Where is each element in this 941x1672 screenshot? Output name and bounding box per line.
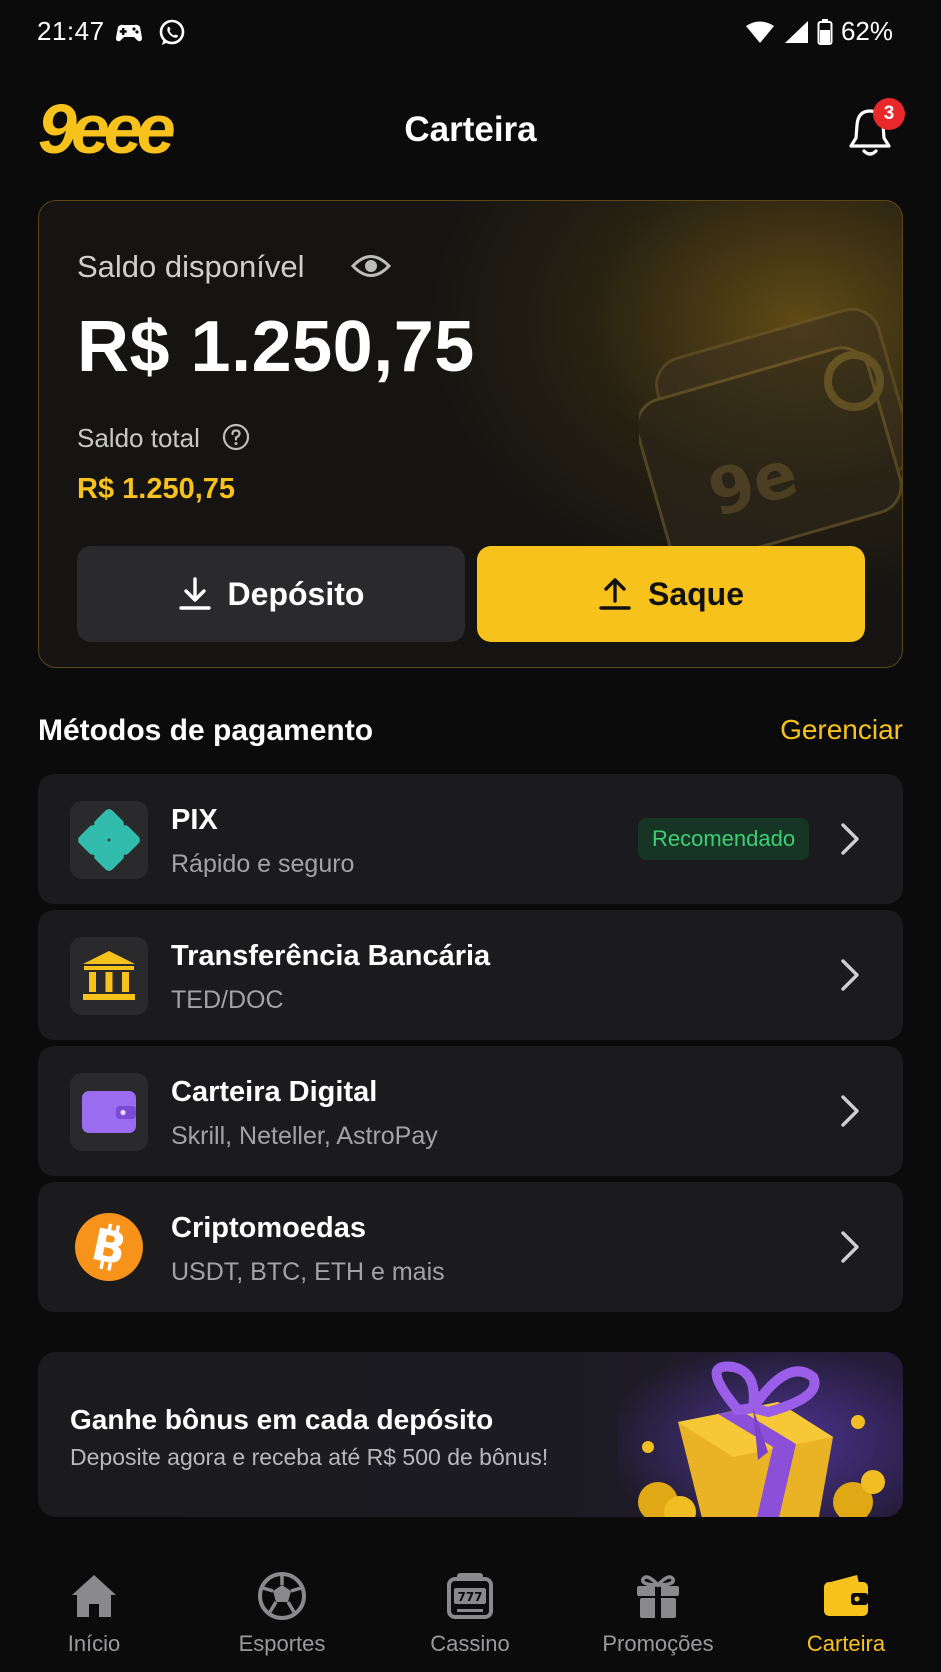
slot-machine-icon: 777 xyxy=(447,1573,493,1619)
status-bar: 21:47 62% xyxy=(0,0,941,66)
eye-icon[interactable] xyxy=(351,251,391,281)
home-icon xyxy=(72,1575,116,1617)
total-balance-label: Saldo total xyxy=(77,423,200,453)
nav-label-carteira: Carteira xyxy=(806,1631,886,1656)
whatsapp-icon xyxy=(159,19,185,45)
recommended-badge: Recomendado xyxy=(638,818,810,860)
battery-percent: 62% xyxy=(840,16,893,46)
nav-item-carteira[interactable]: Carteira xyxy=(752,1545,940,1665)
wallet-balance-card: 9e Saldo disponível R$ 1.250,75 Saldo to… xyxy=(38,200,903,668)
withdraw-button-label: Saque xyxy=(647,575,745,612)
promo-title: Ganhe bônus em cada depósito xyxy=(70,1404,494,1435)
bank-transfer-subtitle: TED/DOC xyxy=(171,986,284,1014)
payment-method-crypto[interactable]: B Criptomoedas USDT, BTC, ETH e mais xyxy=(38,1182,903,1312)
chevron-right-icon xyxy=(841,959,859,991)
nav-item-promocoes[interactable]: Promoções xyxy=(564,1545,752,1665)
download-icon xyxy=(178,577,211,610)
bank-transfer-title: Transferência Bancária xyxy=(171,940,491,972)
payment-method-bank-transfer[interactable]: Transferência Bancária TED/DOC xyxy=(38,910,903,1040)
bottom-navigation: Início Esportes 777 Cassino Promoções Ca… xyxy=(0,1545,941,1672)
notification-count-badge: 3 xyxy=(873,98,905,130)
chevron-right-icon xyxy=(841,823,859,855)
nav-label-cassino: Cassino xyxy=(430,1631,510,1656)
bitcoin-icon: B xyxy=(75,1213,143,1281)
cell-signal-icon xyxy=(784,20,808,43)
bank-icon-container xyxy=(70,937,148,1015)
game-controller-icon xyxy=(116,24,142,42)
deposit-button-label: Depósito xyxy=(227,575,365,612)
payment-method-pix[interactable]: PIX Rápido e seguro Recomendado xyxy=(38,774,903,904)
pix-subtitle: Rápido e seguro xyxy=(171,850,355,878)
wallet-illustration-icon: 9e xyxy=(639,307,902,561)
status-time: 21:47 xyxy=(37,16,105,46)
gift-icon xyxy=(637,1575,679,1618)
available-balance-value: R$ 1.250,75 xyxy=(77,307,475,387)
pix-icon xyxy=(78,809,140,871)
chevron-right-icon xyxy=(841,1231,859,1263)
crypto-subtitle: USDT, BTC, ETH e mais xyxy=(171,1258,445,1286)
digital-wallet-icon-container xyxy=(70,1073,148,1151)
pix-icon-container xyxy=(70,801,148,879)
nav-item-inicio[interactable]: Início xyxy=(0,1545,188,1665)
soccer-ball-icon xyxy=(258,1572,306,1620)
battery-icon xyxy=(817,18,833,45)
nav-label-promocoes: Promoções xyxy=(602,1631,714,1656)
app-header: 9eee Carteira xyxy=(0,86,941,178)
deposit-button[interactable]: Depósito xyxy=(77,546,465,642)
wallet-icon xyxy=(82,1091,136,1133)
svg-text:777: 777 xyxy=(457,1590,482,1604)
wifi-icon xyxy=(745,21,774,43)
page-title: Carteira xyxy=(404,110,537,149)
upload-icon xyxy=(599,578,631,610)
wallet-icon xyxy=(824,1575,868,1616)
gift-box-icon xyxy=(618,1352,903,1517)
deposit-bonus-banner[interactable]: Ganhe bônus em cada depósito Deposite ag… xyxy=(38,1352,903,1517)
manage-payment-methods-link[interactable]: Gerenciar xyxy=(780,714,903,746)
nav-label-inicio: Início xyxy=(67,1631,121,1656)
nav-item-cassino[interactable]: 777 Cassino xyxy=(376,1545,564,1665)
pix-title: PIX xyxy=(171,804,218,836)
withdraw-button[interactable]: Saque xyxy=(477,546,865,642)
total-balance-value: R$ 1.250,75 xyxy=(77,473,236,505)
payment-method-digital-wallet[interactable]: Carteira Digital Skrill, Neteller, Astro… xyxy=(38,1046,903,1176)
bank-icon xyxy=(83,951,135,1000)
status-indicators: 62% xyxy=(745,16,893,47)
nav-label-esportes: Esportes xyxy=(238,1631,326,1656)
digital-wallet-subtitle: Skrill, Neteller, AstroPay xyxy=(171,1122,438,1150)
digital-wallet-title: Carteira Digital xyxy=(171,1076,378,1108)
payment-methods-title: Métodos de pagamento xyxy=(38,714,374,747)
crypto-title: Criptomoedas xyxy=(171,1212,366,1244)
nav-item-esportes[interactable]: Esportes xyxy=(188,1545,376,1665)
chevron-right-icon xyxy=(841,1095,859,1127)
available-balance-label: Saldo disponível xyxy=(77,249,305,284)
help-icon[interactable] xyxy=(222,423,250,451)
promo-subtitle: Deposite agora e receba até R$ 500 de bô… xyxy=(70,1444,549,1470)
